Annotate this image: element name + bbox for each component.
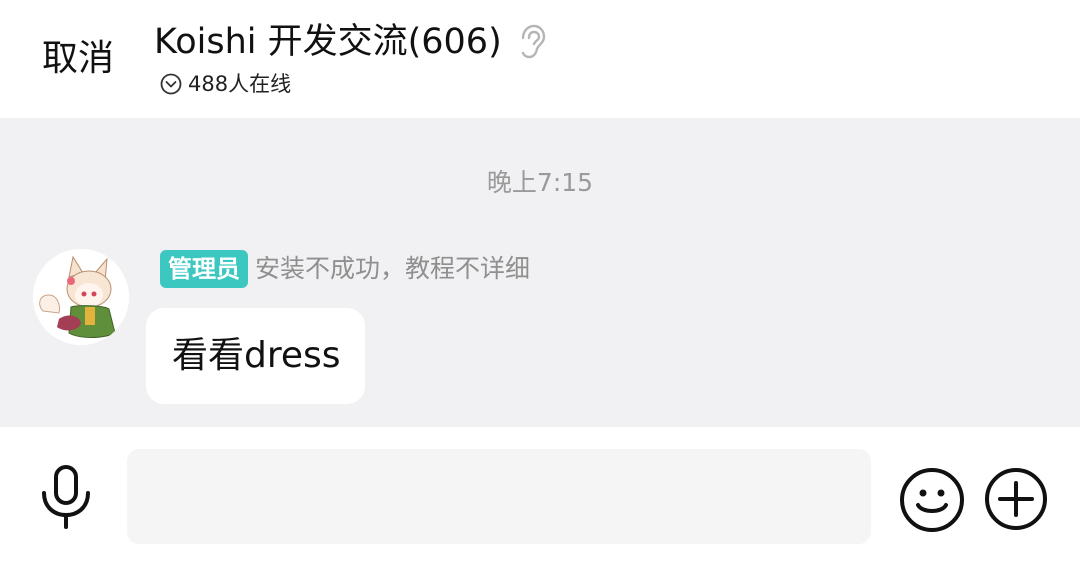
admin-badge: 管理员: [160, 250, 248, 288]
input-bar: [0, 427, 1080, 567]
chat-header: 取消 Koishi 开发交流(606) 488人在线: [0, 0, 1080, 118]
message-list[interactable]: 晚上7:15 管理员 安装不成功，教程不详细 看看dress: [0, 118, 1080, 427]
online-status[interactable]: 488人在线: [160, 70, 291, 98]
sender-name[interactable]: 安装不成功，教程不详细: [255, 250, 530, 288]
ear-icon[interactable]: [518, 24, 546, 60]
avatar[interactable]: [33, 249, 129, 345]
plus-circle-icon[interactable]: [984, 467, 1048, 531]
sender-row: 管理员 安装不成功，教程不详细: [160, 250, 530, 288]
message-timestamp: 晚上7:15: [486, 168, 594, 197]
cancel-button[interactable]: 取消: [42, 36, 114, 82]
chevron-down-circle-icon: [160, 73, 182, 95]
group-title[interactable]: Koishi 开发交流(606): [154, 18, 502, 66]
title-row: Koishi 开发交流(606): [154, 18, 546, 66]
message-input[interactable]: [127, 449, 871, 544]
microphone-icon[interactable]: [38, 465, 94, 529]
message-bubble[interactable]: 看看dress: [146, 308, 365, 404]
message-text: 看看dress: [172, 335, 341, 376]
online-count: 488人在线: [188, 72, 292, 96]
smiley-icon[interactable]: [899, 467, 965, 533]
